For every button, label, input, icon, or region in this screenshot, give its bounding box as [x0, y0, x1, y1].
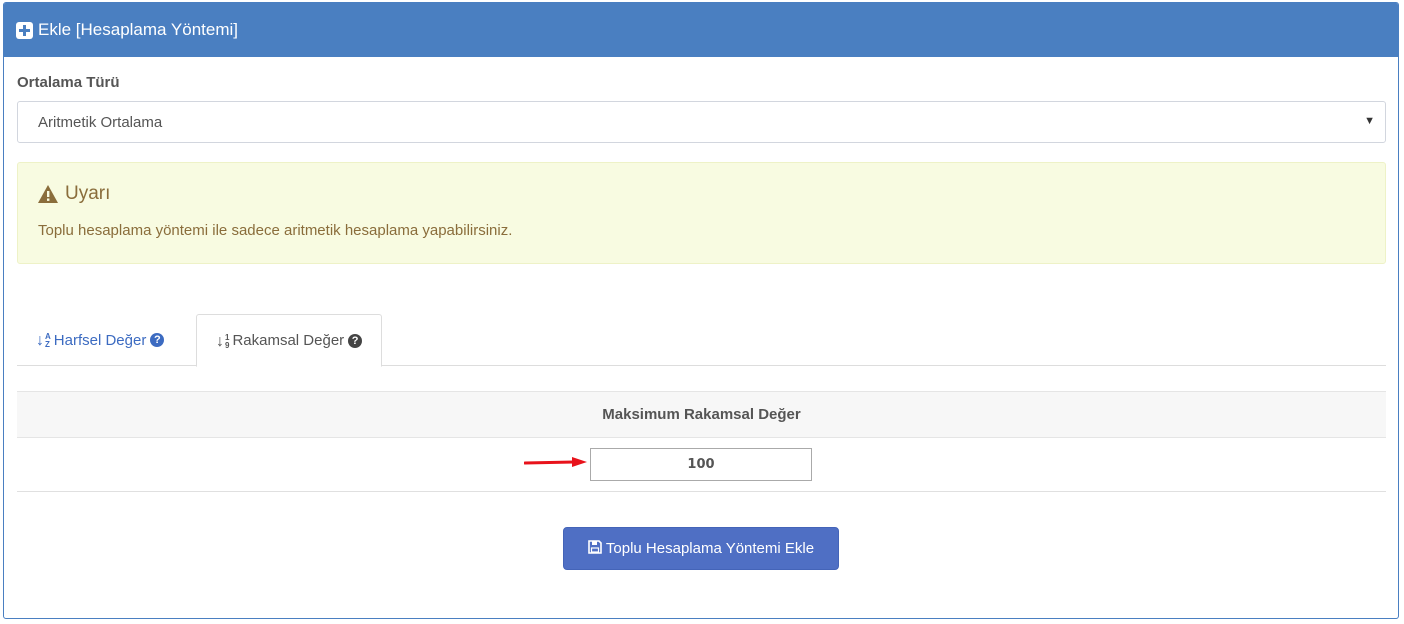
sort-numeric-bottom-glyph: 9	[225, 340, 230, 350]
red-arrow-annotation	[524, 457, 587, 467]
warning-alert: Uyarı Toplu hesaplama yöntemi ile sadece…	[17, 162, 1386, 264]
plus-square-icon	[16, 21, 33, 39]
table-row	[17, 438, 1386, 492]
average-type-select[interactable]: Aritmetik Ortalama ▼	[17, 101, 1386, 143]
add-calculation-method-panel: Ekle [Hesaplama Yöntemi] Ortalama Türü A…	[3, 2, 1399, 619]
panel-header: Ekle [Hesaplama Yöntemi]	[4, 3, 1398, 57]
tab-harfsel-deger[interactable]: ↓ A Z Harfsel Değer ?	[17, 314, 183, 366]
average-type-label: Ortalama Türü	[17, 74, 120, 91]
table-header: Maksimum Rakamsal Değer	[17, 391, 1386, 438]
question-circle-icon[interactable]: ?	[348, 333, 363, 348]
submit-button-label: Toplu Hesaplama Yöntemi Ekle	[605, 540, 815, 557]
save-icon	[588, 539, 602, 558]
tab-label: Rakamsal Değer	[232, 332, 345, 349]
column-header-max-numeric-value: Maksimum Rakamsal Değer	[602, 406, 801, 423]
sort-alpha-icon: ↓ A Z	[36, 332, 51, 349]
alert-title-row: Uyarı	[37, 183, 110, 205]
average-type-selected-value: Aritmetik Ortalama	[38, 113, 163, 131]
warning-icon	[37, 184, 59, 204]
max-numeric-value-input[interactable]	[590, 448, 812, 481]
sort-alpha-bottom-glyph: Z	[45, 340, 50, 349]
alert-title: Uyarı	[65, 183, 111, 204]
tab-rakamsal-deger[interactable]: ↓ 1 9 Rakamsal Değer ?	[196, 314, 383, 367]
question-circle-icon[interactable]: ?	[150, 333, 165, 347]
panel-title: Ekle [Hesaplama Yöntemi]	[38, 20, 239, 39]
add-bulk-calculation-method-button[interactable]: Toplu Hesaplama Yöntemi Ekle	[563, 527, 839, 570]
alert-message: Toplu hesaplama yöntemi ile sadece aritm…	[38, 222, 513, 239]
caret-down-icon: ▼	[1364, 115, 1375, 127]
sort-numeric-icon: ↓ 1 9	[216, 332, 230, 350]
value-type-tabs: ↓ A Z Harfsel Değer ? ↓ 1 9 Rakamsal Değ…	[17, 314, 1386, 367]
tab-label: Harfsel Değer	[53, 331, 147, 349]
